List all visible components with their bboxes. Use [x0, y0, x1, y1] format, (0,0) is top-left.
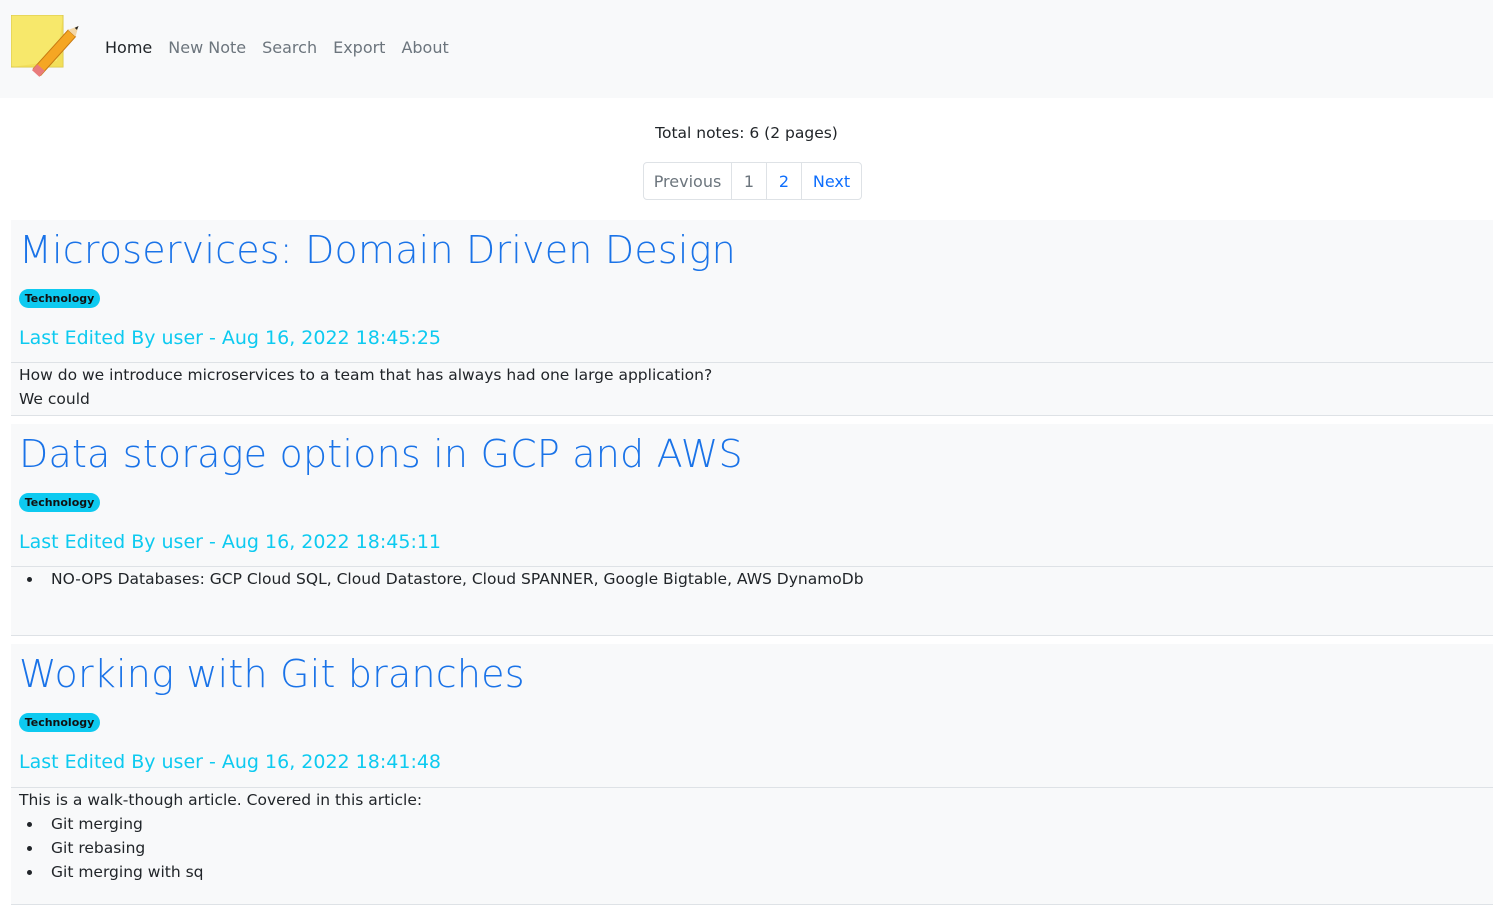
sticky-note-pencil-icon[interactable] [11, 15, 83, 87]
nav-export-link[interactable]: Export [333, 38, 385, 57]
nav-links: Home New Note Search Export About [105, 38, 465, 57]
note-title[interactable]: Working with Git branches [19, 652, 525, 696]
nav-search-link[interactable]: Search [262, 38, 317, 57]
note-card: Working with Git branches Technology Las… [11, 644, 1493, 905]
note-body: NO-OPS Databases: GCP Cloud SQL, Cloud D… [19, 567, 864, 591]
note-tag-badge[interactable]: Technology [19, 493, 100, 512]
note-body-line: This is a walk-though article. Covered i… [19, 791, 423, 809]
note-body-list-item: Git rebasing [43, 836, 422, 860]
note-title[interactable]: Microservices: Domain Driven Design [19, 228, 736, 272]
note-body: This is a walk-though article. Covered i… [19, 788, 422, 884]
note-tag-badge[interactable]: Technology [19, 713, 100, 732]
note-edited-info: Last Edited By user - Aug 16, 2022 18:41… [19, 751, 442, 773]
note-body-list-item: NO-OPS Databases: GCP Cloud SQL, Cloud D… [43, 567, 864, 591]
nav-about-link[interactable]: About [401, 38, 448, 57]
next-page-button[interactable]: Next [801, 162, 862, 200]
note-edited-info: Last Edited By user - Aug 16, 2022 18:45… [19, 327, 442, 349]
notes-summary: Total notes: 6 (2 pages) [655, 124, 838, 142]
navbar: Home New Note Search Export About [0, 0, 1493, 98]
note-body-list: NO-OPS Databases: GCP Cloud SQL, Cloud D… [43, 567, 864, 591]
page-1-button[interactable]: 1 [731, 162, 767, 200]
pagination: Previous 1 2 Next [643, 162, 862, 200]
nav-home-link[interactable]: Home [105, 38, 152, 57]
note-body-list-item: Git merging [43, 812, 422, 836]
note-body-list: Git merging Git rebasing Git merging wit… [43, 812, 422, 884]
note-card: Microservices: Domain Driven Design Tech… [11, 220, 1493, 416]
note-card: Data storage options in GCP and AWS Tech… [11, 424, 1493, 636]
note-body: How do we introduce microservices to a t… [19, 363, 712, 411]
note-body-line: How do we introduce microservices to a t… [19, 366, 713, 384]
nav-new-note-link[interactable]: New Note [168, 38, 246, 57]
note-body-line: We could [19, 390, 90, 408]
page-2-button[interactable]: 2 [766, 162, 802, 200]
note-edited-info: Last Edited By user - Aug 16, 2022 18:45… [19, 531, 442, 553]
note-body-list-item: Git merging with sq [43, 860, 422, 884]
note-title[interactable]: Data storage options in GCP and AWS [19, 432, 743, 476]
previous-page-button[interactable]: Previous [643, 162, 732, 200]
note-tag-badge[interactable]: Technology [19, 289, 100, 308]
